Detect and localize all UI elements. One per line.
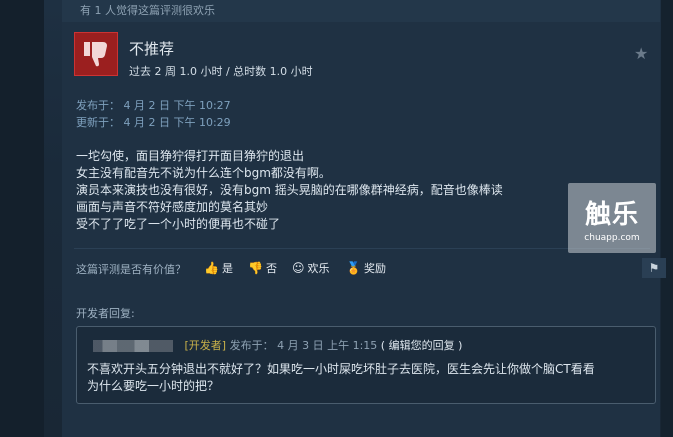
award-label: 奖励 bbox=[363, 262, 386, 275]
developer-tag: [开发者] bbox=[184, 339, 227, 352]
helpful-count-text: 有 1 人觉得这篇评测很欢乐 bbox=[80, 4, 215, 17]
report-flag-button[interactable]: ⚑ bbox=[642, 258, 666, 278]
vote-row: 这篇评测是否有价值？ 👍 是 👎 否 ☺ 欢乐 🏅 奖励 ⚑ bbox=[76, 258, 666, 280]
playtime-hours: 过去 2 周 1.0 小时 / 总时数 1.0 小时 bbox=[129, 65, 313, 78]
review-body: 一坨勾使，面目狰狞得打开面目狰狞的退出 女主没有配音先不说为什么连个bgm都没有… bbox=[76, 148, 546, 233]
review-verdict: 不推荐 bbox=[129, 40, 175, 58]
developer-reply-text: 不喜欢开头五分钟退出不就好了？如果吃一小时屎吃坏肚子去医院，医生会先让你做个脑C… bbox=[87, 361, 647, 395]
award-icon: 🏅 bbox=[346, 261, 361, 275]
review-header: 不推荐 过去 2 周 1.0 小时 / 总时数 1.0 小时 ★ bbox=[74, 32, 650, 82]
developer-response-label: 开发者回复: bbox=[76, 307, 135, 320]
divider bbox=[74, 248, 650, 249]
thumbs-down-icon[interactable] bbox=[74, 32, 118, 76]
helpful-count-bar: 有 1 人觉得这篇评测很欢乐 bbox=[62, 0, 660, 22]
vote-yes-button[interactable]: 👍 是 bbox=[204, 258, 233, 278]
review-body-line: 一坨勾使，面目狰狞得打开面目狰狞的退出 bbox=[76, 149, 305, 163]
thumbs-down-small-icon: 👎 bbox=[248, 261, 263, 275]
vote-no-label: 否 bbox=[265, 262, 277, 275]
watermark-url: chuapp.com bbox=[584, 232, 640, 243]
reply-line: 不喜欢开头五分钟退出不就好了？如果吃一小时屎吃坏肚子去医院，医生会先让你做个脑C… bbox=[87, 362, 595, 376]
thumbs-up-icon: 👍 bbox=[204, 261, 219, 275]
vote-question: 这篇评测是否有价值？ bbox=[76, 263, 186, 276]
review-body-line: 女主没有配音先不说为什么连个bgm都没有啊。 bbox=[76, 166, 331, 180]
smiley-icon: ☺ bbox=[292, 261, 305, 275]
vote-no-button[interactable]: 👎 否 bbox=[248, 258, 277, 278]
flag-icon: ⚑ bbox=[648, 261, 660, 275]
posted-date: 发布于： 4 月 2 日 下午 10:27 bbox=[76, 99, 231, 112]
vote-yes-label: 是 bbox=[221, 262, 233, 275]
chuapp-watermark: 触乐 chuapp.com bbox=[568, 183, 656, 253]
developer-reply-date: 发布于： 4 月 3 日 上午 1:15 bbox=[229, 339, 378, 352]
vote-funny-label: 欢乐 bbox=[307, 262, 330, 275]
award-button[interactable]: 🏅 奖励 bbox=[346, 258, 386, 278]
star-icon[interactable]: ★ bbox=[634, 44, 648, 63]
review-body-line: 演员本来演技也没有很好，没有bgm 摇头晃脑的在哪像群神经病，配音也像棒读 bbox=[76, 183, 503, 197]
review-body-line: 受不了了吃了一个小时的便再也不碰了 bbox=[76, 217, 281, 231]
left-margin bbox=[0, 0, 44, 437]
developer-reply-meta: [开发者] 发布于： 4 月 3 日 上午 1:15 ( 编辑您的回复 ) bbox=[93, 337, 462, 353]
developer-reply-box: [开发者] 发布于： 4 月 3 日 上午 1:15 ( 编辑您的回复 ) 不喜… bbox=[76, 326, 656, 404]
updated-date: 更新于： 4 月 2 日 下午 10:29 bbox=[76, 116, 231, 129]
vote-funny-button[interactable]: ☺ 欢乐 bbox=[292, 258, 330, 278]
redacted-developer-name bbox=[93, 340, 173, 352]
watermark-logo: 触乐 bbox=[584, 199, 639, 230]
right-margin bbox=[661, 0, 673, 437]
review-body-line: 画面与声音不符好感度加的莫名其妙 bbox=[76, 200, 269, 214]
edit-reply-link[interactable]: ( 编辑您的回复 ) bbox=[381, 339, 463, 352]
reply-line: 为什么要吃一小时的把？ bbox=[87, 379, 220, 393]
